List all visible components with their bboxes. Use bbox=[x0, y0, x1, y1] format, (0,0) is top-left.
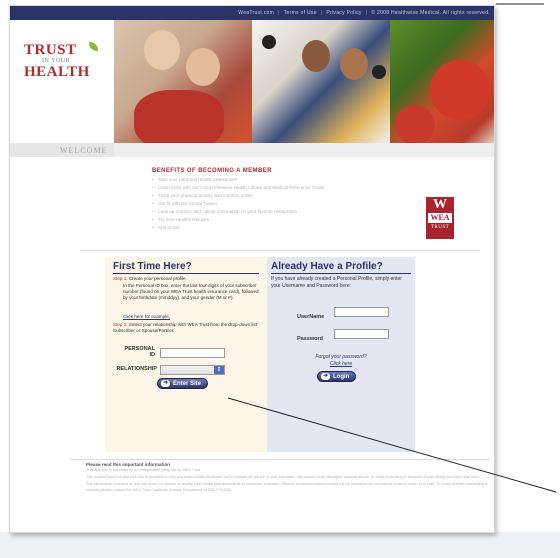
top-nav: WeaTrust.com | Terms of Use | Privacy Po… bbox=[10, 6, 494, 20]
benefits-title: BENEFITS OF BECOMING A MEMBER bbox=[152, 168, 272, 174]
personal-id-label: PERSONAL ID bbox=[121, 346, 155, 358]
footer-paragraph: This web site is operated by an independ… bbox=[86, 468, 202, 472]
password-label: Password bbox=[297, 336, 323, 342]
first-time-panel: First Time Here? Step 1: Create your per… bbox=[105, 257, 267, 452]
copyright-text: © 2008 Healthwise Medical. All rights re… bbox=[371, 10, 490, 16]
relationship-select[interactable]: ⇕ bbox=[160, 365, 225, 375]
benefits-list: Take your personal Health Assessment Lea… bbox=[152, 176, 432, 232]
photo-vegetables bbox=[390, 20, 494, 143]
wea-logo-w: W bbox=[433, 197, 447, 212]
login-label: Login bbox=[333, 373, 350, 380]
forgot-password-link[interactable]: Click here bbox=[291, 361, 391, 368]
step1-line: Step 1: Create your personal profile. bbox=[113, 276, 263, 282]
example-link[interactable]: Click here for example. bbox=[123, 314, 261, 320]
nav-link-weatrust[interactable]: WeaTrust.com bbox=[238, 10, 274, 16]
wea-trust-logo: W WEA TRUST bbox=[426, 197, 454, 239]
welcome-strip bbox=[114, 143, 494, 157]
forgot-password: Forgot your password? Click here bbox=[291, 354, 391, 367]
logo[interactable]: TRUST IN YOUR HEALTH bbox=[10, 20, 114, 143]
first-time-title: First Time Here? bbox=[113, 261, 192, 272]
relationship-label: RELATIONSHIP bbox=[116, 366, 157, 372]
nav-link-privacy[interactable]: Privacy Policy bbox=[326, 10, 361, 16]
dropdown-arrow-icon: ⇕ bbox=[214, 366, 224, 374]
footer-paragraph: The information provided on this site do… bbox=[86, 482, 488, 492]
enter-site-button[interactable]: ➜ Enter Site bbox=[157, 378, 209, 389]
step1-label: Step 1: bbox=[113, 276, 128, 281]
nav-separator: | bbox=[278, 10, 280, 16]
personal-id-input[interactable] bbox=[160, 348, 225, 358]
photo-girls-eating-strawberries bbox=[114, 20, 252, 143]
username-input[interactable] bbox=[334, 307, 389, 317]
benefit-item: Learn more with our Comprehensive Health… bbox=[152, 184, 432, 192]
header-photo-banner bbox=[114, 20, 494, 143]
logo-trust-text: TRUST bbox=[24, 42, 77, 58]
benefit-item: Try new Healthy Recipes bbox=[152, 216, 432, 224]
benefit-item: Track your physical activity and nutriti… bbox=[152, 192, 432, 200]
leaf-icon bbox=[89, 42, 98, 51]
benefit-item: Get fit with our Virtual Trainer bbox=[152, 200, 432, 208]
nav-link-terms[interactable]: Terms of Use bbox=[284, 10, 317, 16]
footer-paragraph: The content found on this web site is pr… bbox=[86, 475, 480, 480]
bottom-panel bbox=[0, 532, 560, 558]
section-divider bbox=[80, 250, 480, 251]
benefit-item: And more! bbox=[152, 224, 432, 232]
nav-separator: | bbox=[320, 10, 323, 16]
wea-logo-name: WEA bbox=[428, 213, 452, 223]
username-label: UserName bbox=[297, 314, 325, 320]
benefits-section: BENEFITS OF BECOMING A MEMBER Take your … bbox=[152, 168, 432, 232]
arrow-right-icon: ➜ bbox=[161, 380, 170, 387]
step2-text: Select your relationship with WEA Trust … bbox=[113, 322, 259, 333]
login-button[interactable]: ➜ Login bbox=[317, 371, 357, 382]
personal-id-label-line2: ID bbox=[149, 352, 156, 358]
step1-text: Create your personal profile. bbox=[128, 276, 187, 281]
nav-separator: | bbox=[365, 10, 368, 16]
step1-detail: In the Personal ID box, enter the last f… bbox=[123, 283, 259, 300]
enter-site-label: Enter Site bbox=[173, 380, 202, 387]
photo-couple-exercising bbox=[252, 20, 390, 143]
footer-disclaimer: Please read this important information T… bbox=[86, 462, 488, 495]
arrow-right-icon: ➜ bbox=[321, 373, 330, 380]
profile-title: Already Have a Profile? bbox=[271, 261, 383, 272]
wea-logo-sub: TRUST bbox=[430, 225, 450, 230]
step2-label: Step 2: bbox=[113, 322, 128, 327]
first-time-rule bbox=[113, 273, 259, 274]
profile-rule bbox=[271, 273, 411, 274]
page-card: WeaTrust.com | Terms of Use | Privacy Po… bbox=[9, 5, 495, 533]
benefit-item: Take your personal Health Assessment bbox=[152, 176, 432, 184]
profile-panel: Already Have a Profile? If you have alre… bbox=[267, 257, 415, 452]
benefit-item: Look up nutrition and calorie informatio… bbox=[152, 208, 432, 216]
profile-intro: If you have already created a Personal P… bbox=[271, 276, 402, 289]
logo-health-text: HEALTH bbox=[24, 64, 90, 80]
welcome-label: WELCOME bbox=[60, 146, 108, 155]
footer-rule bbox=[70, 459, 490, 460]
password-input[interactable] bbox=[334, 329, 389, 339]
step2-line: Step 2: Select your relationship with WE… bbox=[113, 322, 263, 334]
